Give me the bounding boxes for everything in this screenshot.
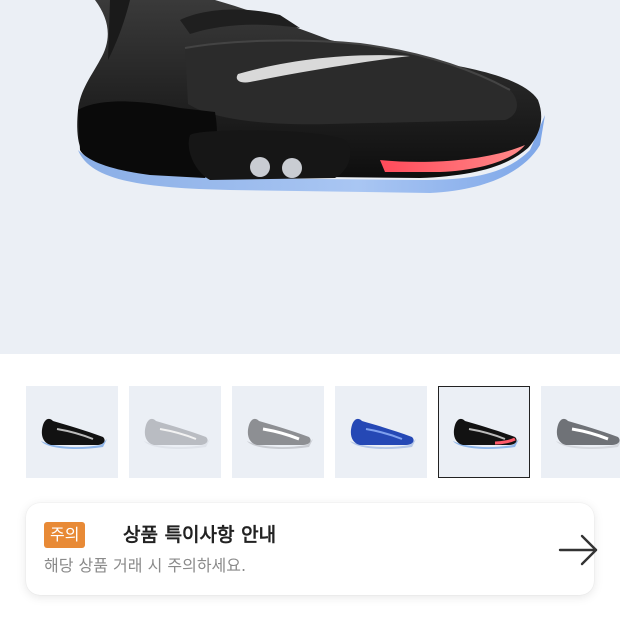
thumbnail-grey-dark[interactable] [541,386,620,478]
arrow-right-icon[interactable] [558,533,600,567]
caution-badge: 주의 [44,522,86,548]
sneaker-thumbnail-image [350,418,416,449]
product-image-hero[interactable] [0,0,620,354]
product-notice-card[interactable]: 주의 상품 특이사항 안내 해당 상품 거래 시 주의하세요. [26,503,598,595]
sneaker-thumbnail-image [144,418,210,449]
sneaker-thumbnail-image [41,418,107,449]
sneaker-thumbnail-image [453,418,519,449]
sneaker-main-image [77,0,545,193]
thumbnail-grey-white[interactable] [232,386,324,478]
thumbnail-strip [0,386,620,478]
notice-subtitle: 해당 상품 거래 시 주의하세요. [44,556,247,575]
thumbnail-royal-blue[interactable] [335,386,427,478]
sneaker-thumbnail-image [247,418,313,449]
notice-title: 상품 특이사항 안내 [123,524,277,546]
sneaker-thumbnail-image [556,418,620,449]
thumbnail-black-blue[interactable] [26,386,118,478]
thumbnail-grey-light[interactable] [129,386,221,478]
thumbnail-black-red-selected[interactable] [438,386,530,478]
